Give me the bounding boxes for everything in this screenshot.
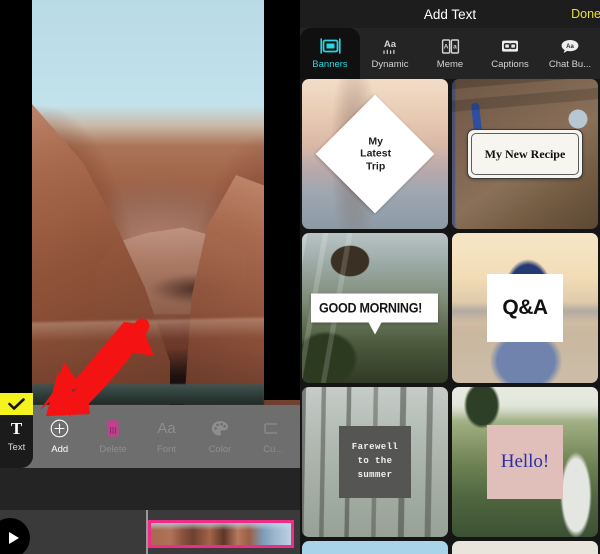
tab-captions-label: Captions (491, 59, 529, 70)
timeline-topbar (0, 468, 300, 510)
dynamic-aa-icon: Aa (380, 37, 400, 55)
category-tabs: Banners Aa Dynamic A a (300, 28, 600, 79)
template-row-partial (302, 541, 598, 554)
chat-bubble-icon: Aa (560, 37, 580, 55)
template-row: GOOD MORNING! Q&A (302, 233, 598, 383)
banner-shape-gray-box: Farewellto thesummer (339, 426, 411, 498)
template-card-hello[interactable]: Hello! (452, 387, 598, 537)
canyon-shadow (150, 274, 246, 304)
panel-header: Add Text Done (300, 0, 600, 28)
tool-custom-label: Cu... (263, 444, 283, 455)
red-arrow-icon (28, 318, 158, 428)
tool-color-label: Color (209, 444, 232, 455)
template-card-qa[interactable]: Q&A (452, 233, 598, 383)
template-card-my-latest-trip[interactable]: MyLatestTrip (302, 79, 448, 229)
template-card-good-morning[interactable]: GOOD MORNING! (302, 233, 448, 383)
app-screen: T Text Add (0, 0, 600, 554)
banner-shape-white-square: Q&A (487, 274, 563, 342)
meme-icon: A a (441, 37, 460, 55)
add-text-panel: Add Text Done Banners Aa (300, 0, 600, 554)
tool-color[interactable]: Color (193, 405, 246, 468)
template-text: My New Recipe (485, 147, 566, 162)
tool-custom[interactable]: Cu... (247, 405, 300, 468)
template-card-farewell-to-the-summer[interactable]: Farewellto thesummer (302, 387, 448, 537)
text-t-icon: T (11, 420, 22, 437)
banner-shape-ornate: My New Recipe (467, 129, 583, 179)
check-icon (8, 398, 25, 411)
font-aa-icon: Aa (157, 418, 175, 438)
banner-shape-pink-box: Hello! (487, 425, 563, 499)
play-icon (9, 532, 19, 544)
template-card-next-left[interactable] (302, 541, 448, 554)
video-editor-panel: T Text Add (0, 0, 300, 554)
tab-chat-bubbles-label: Chat Bu... (549, 59, 591, 70)
template-grid: MyLatestTrip My New Recipe GOOD MORNING! (300, 79, 600, 554)
template-row: Farewellto thesummer Hello! (302, 387, 598, 537)
closed-caption-icon (500, 37, 520, 55)
banner-shape-diamond: MyLatestTrip (316, 95, 435, 214)
svg-text:a: a (453, 43, 457, 50)
tool-add-label: Add (51, 444, 68, 455)
template-card-my-new-recipe[interactable]: My New Recipe (452, 79, 598, 229)
svg-text:A: A (443, 43, 448, 50)
template-text: Hello! (501, 451, 550, 473)
confirm-check-badge[interactable] (0, 393, 33, 415)
timeline-track[interactable] (0, 510, 300, 554)
palette-icon (211, 418, 229, 438)
video-clip-thumbnail[interactable] (148, 520, 294, 548)
banner-icon (320, 37, 341, 55)
svg-text:Aa: Aa (566, 44, 574, 50)
tab-meme-label: Meme (437, 59, 463, 70)
canyon-mid-rock (96, 222, 246, 314)
tab-captions[interactable]: Captions (480, 28, 540, 79)
tab-chat-bubbles[interactable]: Aa Chat Bu... (540, 28, 600, 79)
tool-delete-label: Delete (99, 444, 126, 455)
tab-meme[interactable]: A a Meme (420, 28, 480, 79)
preview-letterbox-right (264, 0, 300, 400)
crop-icon (264, 418, 282, 438)
template-card-next-right[interactable] (452, 541, 598, 554)
tab-dynamic-label: Dynamic (372, 59, 409, 70)
tab-dynamic[interactable]: Aa Dynamic (360, 28, 420, 79)
timeline (0, 468, 300, 554)
tool-text-label: Text (8, 442, 25, 453)
template-text: MyLatestTrip (360, 135, 391, 172)
banner-shape-speech-bubble: GOOD MORNING! (311, 294, 438, 323)
template-text: Farewellto thesummer (352, 441, 398, 483)
template-text: GOOD MORNING! (319, 301, 422, 316)
page-title: Add Text (424, 7, 476, 22)
template-row: MyLatestTrip My New Recipe (302, 79, 598, 229)
done-button[interactable]: Done (571, 7, 600, 21)
svg-text:Aa: Aa (384, 39, 397, 50)
tab-banners[interactable]: Banners (300, 28, 360, 79)
template-text: Q&A (502, 296, 547, 320)
tool-font-label: Font (157, 444, 176, 455)
tab-banners-label: Banners (312, 59, 347, 70)
